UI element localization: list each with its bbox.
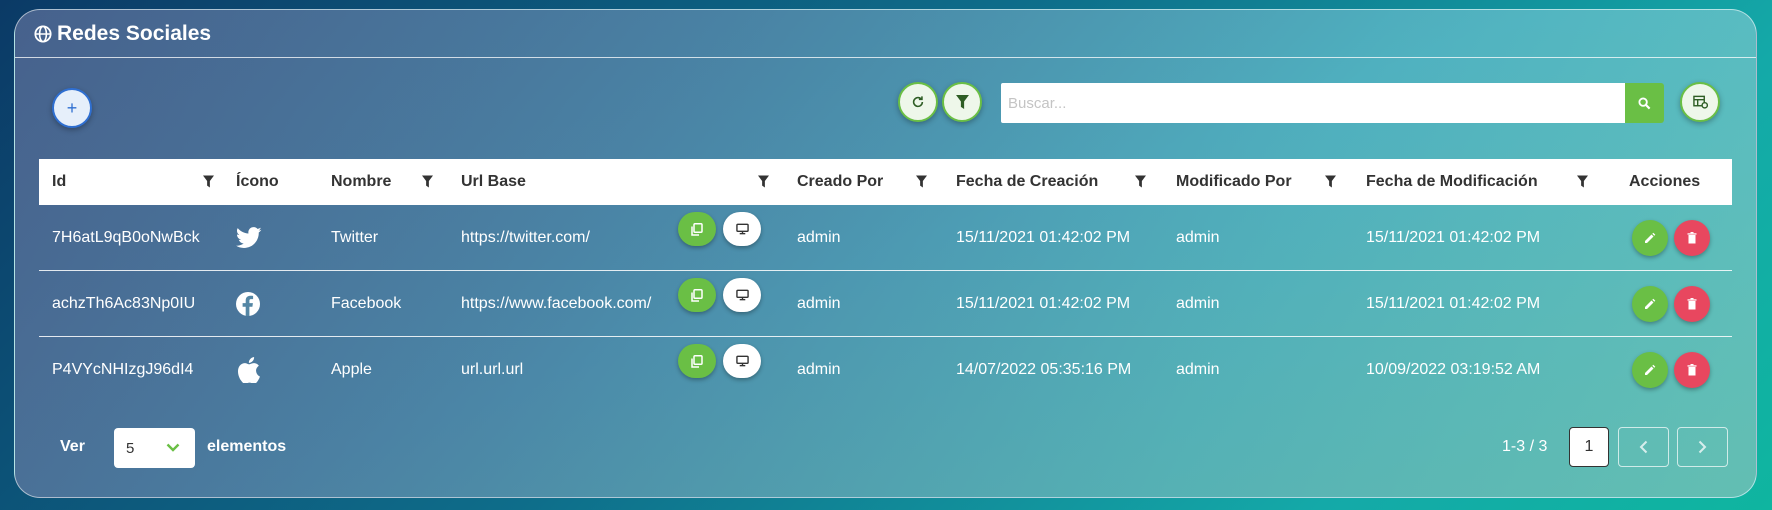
header-fecha-creacion[interactable]: Fecha de Creación — [956, 159, 1098, 205]
cell-nombre: Apple — [331, 361, 372, 378]
page-title: Redes Sociales — [57, 21, 212, 45]
cell-id: 7H6atL9qB0oNwBck — [52, 229, 200, 246]
table-row: achzTh6Ac83Np0IU Facebook https://www.fa… — [39, 271, 1732, 337]
search-input[interactable] — [1001, 83, 1625, 123]
card-header: Redes Sociales — [15, 10, 1756, 58]
filter-icon[interactable] — [1577, 175, 1588, 188]
monitor-icon — [735, 355, 749, 367]
cell-modificado-por: admin — [1176, 361, 1220, 378]
delete-button[interactable] — [1674, 220, 1710, 256]
filter-icon[interactable] — [1135, 175, 1146, 188]
search-icon — [1638, 96, 1651, 109]
trash-icon — [1687, 232, 1697, 244]
delete-button[interactable] — [1674, 286, 1710, 322]
twitter-icon — [236, 205, 262, 271]
copy-button[interactable] — [678, 212, 716, 246]
header-nombre[interactable]: Nombre — [331, 159, 391, 205]
cell-fecha-creacion: 14/07/2022 05:35:16 PM — [956, 361, 1132, 378]
plus-icon: + — [66, 97, 78, 118]
ver-label: Ver — [60, 438, 85, 455]
page-size-value: 5 — [126, 439, 135, 457]
cell-creado-por: admin — [797, 229, 841, 246]
add-button[interactable]: + — [52, 88, 92, 128]
filter-icon[interactable] — [758, 175, 769, 188]
refresh-icon — [912, 96, 924, 108]
copy-button[interactable] — [678, 278, 716, 312]
chevron-down-icon — [166, 443, 180, 452]
cell-url: url.url.url — [461, 361, 524, 378]
preview-button[interactable] — [723, 212, 761, 246]
cell-id: P4VYcNHIzgJ96dI4 — [52, 361, 194, 378]
filter-button[interactable] — [942, 82, 982, 122]
cell-url: https://twitter.com/ — [461, 229, 590, 246]
pencil-icon — [1645, 298, 1656, 309]
copy-icon — [691, 354, 703, 368]
apple-icon — [238, 337, 260, 403]
cell-fecha-modificacion: 15/11/2021 01:42:02 PM — [1366, 229, 1541, 246]
header-acciones: Acciones — [1629, 173, 1701, 190]
header-icono: Ícono — [236, 173, 279, 190]
filter-icon[interactable] — [203, 175, 214, 188]
cell-creado-por: admin — [797, 295, 841, 312]
edit-button[interactable] — [1632, 352, 1668, 388]
trash-icon — [1687, 298, 1697, 310]
pencil-icon — [1645, 232, 1656, 243]
globe-icon — [34, 24, 52, 43]
chevron-left-icon — [1639, 440, 1648, 454]
cell-url: https://www.facebook.com/ — [461, 295, 652, 312]
cell-modificado-por: admin — [1176, 295, 1220, 312]
filter-icon — [955, 95, 969, 109]
copy-icon — [691, 222, 703, 236]
elementos-label: elementos — [207, 438, 287, 455]
pencil-icon — [1645, 364, 1656, 375]
edit-button[interactable] — [1632, 286, 1668, 322]
table-row: P4VYcNHIzgJ96dI4 Apple url.url.url admin… — [39, 337, 1732, 403]
social-networks-table: Id Ícono Nombre Url Base Creado Por Fech… — [39, 159, 1732, 403]
copy-button[interactable] — [678, 344, 716, 378]
search-button[interactable] — [1625, 83, 1664, 123]
filter-icon[interactable] — [422, 175, 433, 188]
monitor-icon — [735, 223, 749, 235]
cell-fecha-creacion: 15/11/2021 01:42:02 PM — [956, 295, 1131, 312]
refresh-button[interactable] — [898, 82, 938, 122]
header-id[interactable]: Id — [52, 159, 66, 205]
preview-button[interactable] — [723, 344, 761, 378]
cell-nombre: Facebook — [331, 295, 402, 312]
cell-fecha-modificacion: 10/09/2022 03:19:52 AM — [1366, 361, 1541, 378]
trash-icon — [1687, 364, 1697, 376]
cell-fecha-creacion: 15/11/2021 01:42:02 PM — [956, 229, 1131, 246]
next-page-button[interactable] — [1677, 427, 1728, 467]
table-settings-button[interactable] — [1680, 82, 1720, 122]
page-size-select[interactable]: 5 — [114, 428, 195, 468]
cell-modificado-por: admin — [1176, 229, 1220, 246]
table-row: 7H6atL9qB0oNwBck Twitter https://twitter… — [39, 205, 1732, 271]
preview-button[interactable] — [723, 278, 761, 312]
search-bar — [1001, 83, 1664, 123]
header-url-base[interactable]: Url Base — [461, 159, 526, 205]
filter-icon[interactable] — [1325, 175, 1336, 188]
facebook-icon — [236, 271, 260, 337]
previous-page-button[interactable] — [1618, 427, 1669, 467]
social-networks-card: Redes Sociales + Buscar... Id Ícono Nomb… — [14, 9, 1757, 498]
page-1-button[interactable]: 1 — [1569, 427, 1609, 467]
monitor-icon — [735, 289, 749, 301]
cell-nombre: Twitter — [331, 229, 379, 246]
filter-icon[interactable] — [916, 175, 927, 188]
table-settings-icon — [1692, 95, 1708, 109]
cell-id: achzTh6Ac83Np0IU — [52, 295, 196, 312]
header-modificado-por[interactable]: Modificado Por — [1176, 159, 1292, 205]
header-creado-por[interactable]: Creado Por — [797, 159, 883, 205]
pagination-info: 1-3 / 3 — [1502, 438, 1548, 455]
cell-fecha-modificacion: 15/11/2021 01:42:02 PM — [1366, 295, 1541, 312]
copy-icon — [691, 288, 703, 302]
cell-creado-por: admin — [797, 361, 841, 378]
table-header: Id Ícono Nombre Url Base Creado Por Fech… — [39, 159, 1732, 205]
chevron-right-icon — [1698, 440, 1707, 454]
delete-button[interactable] — [1674, 352, 1710, 388]
edit-button[interactable] — [1632, 220, 1668, 256]
header-fecha-modificacion[interactable]: Fecha de Modificación — [1366, 159, 1538, 205]
